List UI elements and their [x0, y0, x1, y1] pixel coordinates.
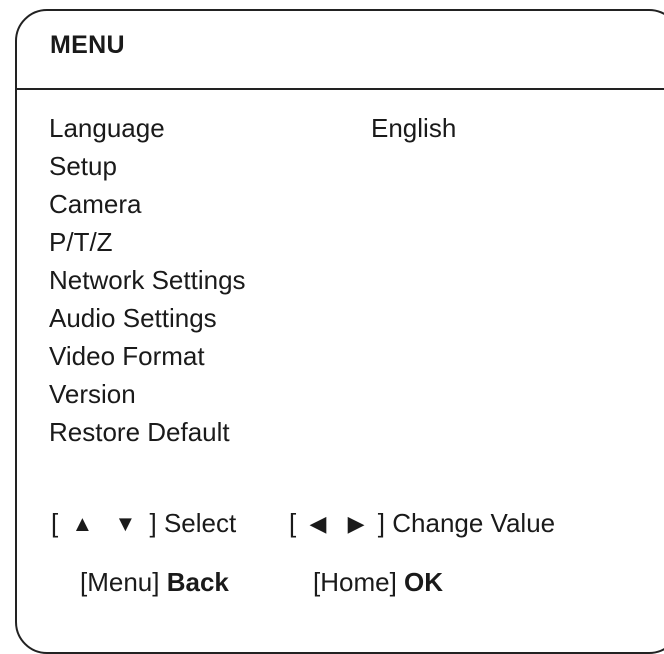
- menu-item-version[interactable]: Version: [49, 375, 529, 413]
- menu-item-language[interactable]: Language English: [49, 109, 529, 147]
- menu-item-network-settings[interactable]: Network Settings: [49, 261, 529, 299]
- title-divider: [16, 88, 664, 90]
- ok-action[interactable]: [Home] OK: [313, 562, 443, 602]
- menu-item-setup[interactable]: Setup: [49, 147, 529, 185]
- home-key-label: [Home]: [313, 567, 397, 597]
- menu-item-audio-settings[interactable]: Audio Settings: [49, 299, 529, 337]
- bracket-close: ]: [149, 508, 157, 538]
- select-hint-label: Select: [163, 508, 237, 538]
- change-value-hint: [ ◀ ▶ ] Change Value: [289, 501, 555, 546]
- menu-item-video-format[interactable]: Video Format: [49, 337, 529, 375]
- down-arrow-icon: ▼: [114, 511, 137, 536]
- bracket-close: ]: [377, 508, 386, 538]
- back-label: Back: [166, 567, 229, 597]
- menu-item-label: Audio Settings: [49, 303, 217, 333]
- menu-item-label: Video Format: [49, 341, 205, 371]
- menu-item-label: Setup: [49, 151, 117, 181]
- menu-item-label: P/T/Z: [49, 227, 113, 257]
- ok-label: OK: [404, 567, 444, 597]
- menu-item-restore-default[interactable]: Restore Default: [49, 413, 529, 451]
- menu-title: MENU: [50, 31, 125, 59]
- up-arrow-icon: ▲: [71, 511, 94, 536]
- back-action[interactable]: [Menu] Back: [80, 562, 229, 602]
- bracket-open: [: [289, 508, 297, 538]
- menu-item-ptz[interactable]: P/T/Z: [49, 223, 529, 261]
- change-value-hint-label: Change Value: [392, 508, 556, 538]
- menu-item-label: Version: [49, 379, 136, 409]
- menu-item-label: Camera: [49, 189, 142, 219]
- right-arrow-icon: ▶: [347, 511, 365, 536]
- select-hint: [ ▲ ▼ ] Select: [51, 501, 236, 546]
- menu-item-label: Restore Default: [49, 417, 230, 447]
- bracket-open: [: [51, 508, 59, 538]
- menu-item-camera[interactable]: Camera: [49, 185, 529, 223]
- menu-list: Language English Setup Camera P/T/Z Netw…: [49, 109, 529, 451]
- menu-key-label: [Menu]: [80, 567, 160, 597]
- language-value[interactable]: English: [371, 109, 456, 147]
- menu-item-label: Language: [49, 113, 165, 143]
- menu-item-label: Network Settings: [49, 265, 246, 295]
- left-arrow-icon: ◀: [309, 511, 327, 536]
